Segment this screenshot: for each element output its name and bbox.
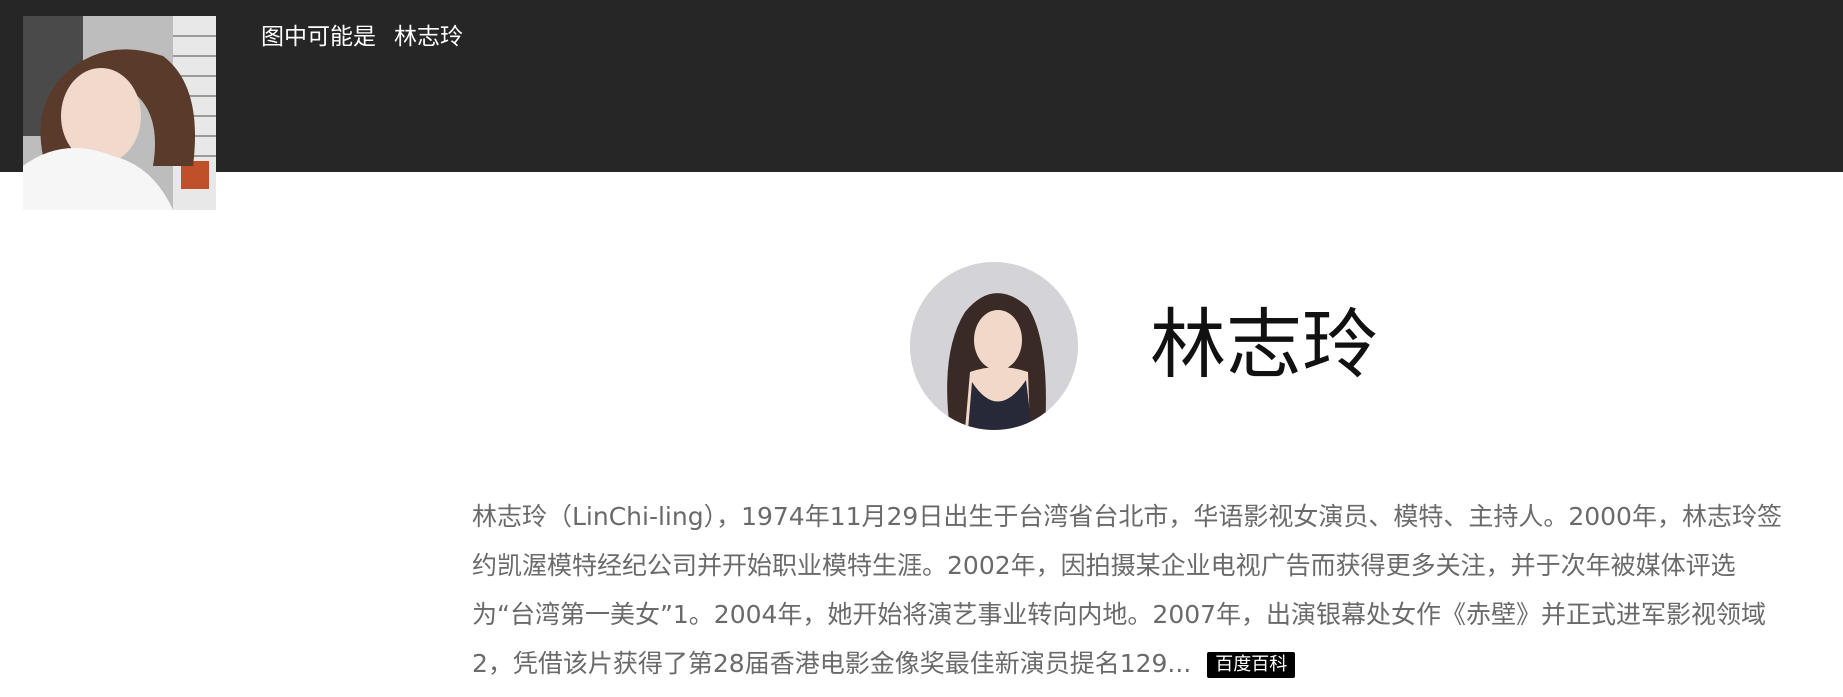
caption-prefix: 图中可能是 [261, 24, 376, 50]
entity-name: 林志玲 [1150, 300, 1378, 389]
avatar [910, 262, 1078, 430]
entity-description: 林志玲（LinChi-ling），1974年11月29日出生于台湾省台北市，华语… [472, 492, 1792, 688]
description-text: 林志玲（LinChi-ling），1974年11月29日出生于台湾省台北市，华语… [472, 502, 1782, 678]
source-badge[interactable]: 百度百科 [1207, 652, 1296, 678]
recognition-caption: 图中可能是 林志玲 [261, 22, 463, 52]
top-bar: 图中可能是 林志玲 [0, 0, 1843, 172]
thumbnail-image [23, 16, 216, 210]
photo-thumbnail[interactable] [23, 16, 216, 210]
caption-name-link[interactable]: 林志玲 [394, 24, 463, 50]
avatar-image [910, 262, 1078, 430]
